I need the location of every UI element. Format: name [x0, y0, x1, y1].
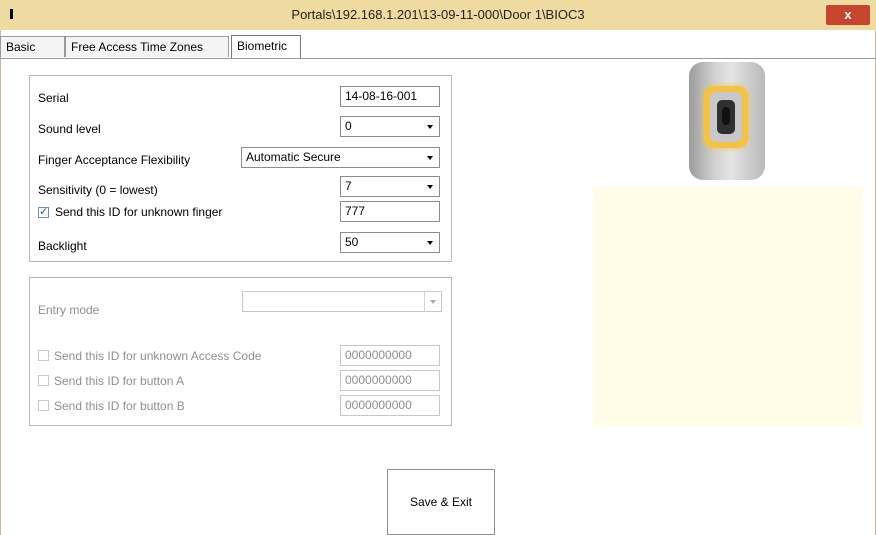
tab-basic[interactable]: Basic [0, 36, 65, 57]
unknown-finger-label: Send this ID for unknown finger [55, 205, 223, 219]
chevron-down-icon [430, 300, 436, 304]
sensitivity-label: Sensitivity (0 = lowest) [38, 183, 158, 197]
backlight-label: Backlight [38, 239, 87, 253]
fingerprint-reader-window [710, 92, 742, 142]
chevron-down-icon [427, 185, 433, 189]
chevron-down-icon [427, 156, 433, 160]
tab-biometric[interactable]: Biometric [231, 35, 301, 58]
chevron-down-icon [427, 241, 433, 245]
save-exit-button[interactable]: Save & Exit [387, 469, 495, 535]
finger-acceptance-select[interactable]: Automatic Secure [241, 147, 440, 168]
button-b-checkbox[interactable] [38, 400, 49, 411]
serial-field[interactable]: 14-08-16-001 [340, 86, 440, 107]
close-button[interactable]: x [826, 5, 870, 25]
sensitivity-select[interactable]: 7 [340, 176, 440, 197]
sound-level-label: Sound level [38, 122, 101, 136]
unknown-code-checkbox[interactable] [38, 350, 49, 361]
chevron-down-icon [427, 125, 433, 129]
window-title: Portals\192.168.1.201\13-09-11-000\Door … [291, 7, 585, 22]
backlight-select[interactable]: 50 [340, 232, 440, 253]
unknown-code-label: Send this ID for unknown Access Code [54, 349, 262, 363]
finger-acceptance-value: Automatic Secure [246, 150, 341, 164]
unknown-finger-checkbox[interactable] [38, 205, 49, 218]
tab-divider [0, 58, 876, 59]
preview-panel [593, 187, 863, 427]
title-bar: Portals\192.168.1.201\13-09-11-000\Door … [0, 0, 876, 30]
button-b-id-field[interactable]: 0000000000 [340, 395, 440, 416]
fingerprint-reader-backlight [704, 86, 748, 148]
unknown-finger-id-field[interactable]: 777 [340, 201, 440, 222]
entry-mode-label: Entry mode [38, 303, 100, 317]
unknown-code-id-field[interactable]: 0000000000 [340, 345, 440, 366]
backlight-value: 50 [345, 235, 359, 249]
tab-free-access-time-zones[interactable]: Free Access Time Zones [65, 36, 229, 57]
sound-level-select[interactable]: 0 [340, 116, 440, 137]
button-a-id-field[interactable]: 0000000000 [340, 370, 440, 391]
finger-acceptance-label: Finger Acceptance Flexibility [38, 153, 191, 167]
sensitivity-value: 7 [345, 179, 352, 193]
button-a-label: Send this ID for button A [54, 374, 185, 388]
fingerprint-sensor-icon [717, 100, 735, 134]
entry-mode-select[interactable] [242, 291, 442, 312]
button-a-checkbox[interactable] [38, 375, 49, 386]
button-b-label: Send this ID for button B [54, 399, 185, 413]
sound-level-value: 0 [345, 119, 352, 133]
fingerprint-reader-image [689, 62, 765, 180]
serial-label: Serial [38, 91, 69, 105]
